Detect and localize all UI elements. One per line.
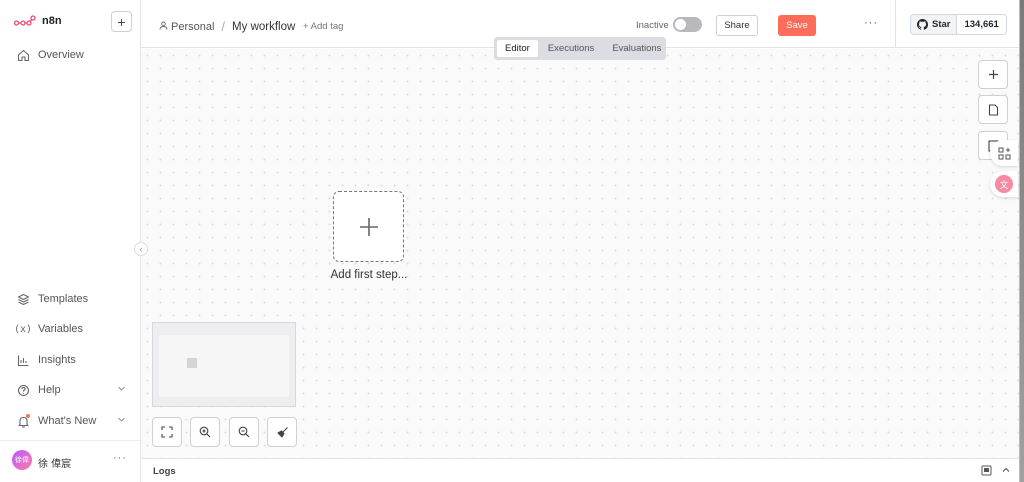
create-button[interactable]: + [111,11,132,32]
translate-icon: 文 [995,175,1013,193]
sidebar-item-label: Help [38,384,61,396]
chevron-left-icon: ‹ [139,244,143,254]
sidebar-item-whats-new[interactable]: What's New [16,414,126,428]
tab-executions[interactable]: Executions [540,40,602,57]
minimap-node [187,358,197,368]
window-edge [1020,0,1024,482]
box-icon [16,292,30,306]
sidebar: n8n + Overview Templates (x) Variables I… [0,0,141,482]
user-menu-button[interactable]: ··· [113,452,127,464]
note-icon [988,103,998,116]
workflow-name[interactable]: My workflow [232,21,295,33]
minimap-viewport [159,335,289,397]
chart-icon [16,353,30,367]
add-node-button[interactable] [978,60,1008,89]
app-window: n8n + Overview Templates (x) Variables I… [0,0,1020,482]
broom-icon [276,426,288,438]
tab-evaluations[interactable]: Evaluations [604,40,669,57]
avatar[interactable]: 徐偉 [12,450,32,470]
sidebar-item-insights[interactable]: Insights [16,353,126,367]
breadcrumb: Personal / My workflow [159,19,295,34]
fit-view-button[interactable] [152,417,182,447]
user-icon [159,21,168,33]
github-star[interactable]: Star [911,15,958,34]
github-star-count[interactable]: 134,661 [957,15,1006,34]
zoom-in-button[interactable] [190,417,220,447]
app-name: n8n [42,15,62,27]
add-first-step-button[interactable] [333,191,404,262]
sidebar-item-label: Overview [38,49,84,61]
project-link[interactable]: Personal [171,21,214,33]
collapse-sidebar-button[interactable]: ‹ [134,242,148,256]
plus-icon [359,217,378,236]
github-star-button[interactable]: Star 134,661 [910,14,1007,35]
divider [0,440,140,441]
bell-icon [16,414,30,428]
user-name: 徐 偉宸 [38,459,72,470]
zoom-out-button[interactable] [229,417,259,447]
chevron-down-icon [117,415,126,427]
fullscreen-icon [161,426,173,438]
sidebar-item-label: Templates [38,293,89,305]
logs-bar[interactable]: Logs [141,458,1019,482]
minimap[interactable] [152,322,296,407]
plus-icon [988,70,998,79]
status-label: Inactive [636,20,669,31]
workflow-canvas[interactable]: Add first step... [141,49,1019,458]
apps-icon [998,147,1010,159]
zoom-out-icon [238,426,250,438]
extension-apps-button[interactable] [990,140,1018,166]
sidebar-item-label: Insights [38,354,76,366]
logs-label: Logs [153,466,176,477]
chevron-up-icon[interactable] [1001,465,1011,478]
zoom-in-icon [199,426,211,438]
sidebar-item-variables[interactable]: (x) Variables [13,322,126,336]
sidebar-item-help[interactable]: Help [16,383,126,397]
add-sticky-button[interactable] [978,95,1008,124]
help-icon [16,383,30,397]
divider [895,0,896,48]
home-icon [16,48,30,62]
add-first-step-label: Add first step... [330,269,408,281]
tidy-up-button[interactable] [267,417,297,447]
n8n-logo[interactable]: n8n [14,15,62,27]
sidebar-item-templates[interactable]: Templates [16,292,126,306]
n8n-logo-icon [14,15,36,26]
plus-icon: + [117,13,126,30]
github-icon [917,19,928,30]
add-tag-button[interactable]: + Add tag [303,21,343,32]
save-button[interactable]: Save [778,15,816,36]
sidebar-item-label: What's New [38,415,97,427]
sidebar-item-overview[interactable]: Overview [16,48,126,62]
view-tabs: Editor Executions Evaluations [494,37,666,60]
pop-out-icon[interactable] [981,465,992,479]
active-toggle[interactable] [673,17,702,32]
share-button[interactable]: Share [716,15,758,36]
notification-dot [26,414,30,418]
translate-extension-button[interactable]: 文 [990,171,1018,197]
variable-icon: (x) [13,323,33,335]
breadcrumb-separator: / [221,19,226,34]
tab-editor[interactable]: Editor [497,40,538,57]
sidebar-item-label: Variables [38,323,84,335]
chevron-down-icon [117,384,126,396]
more-options-button[interactable]: ··· [864,17,878,29]
